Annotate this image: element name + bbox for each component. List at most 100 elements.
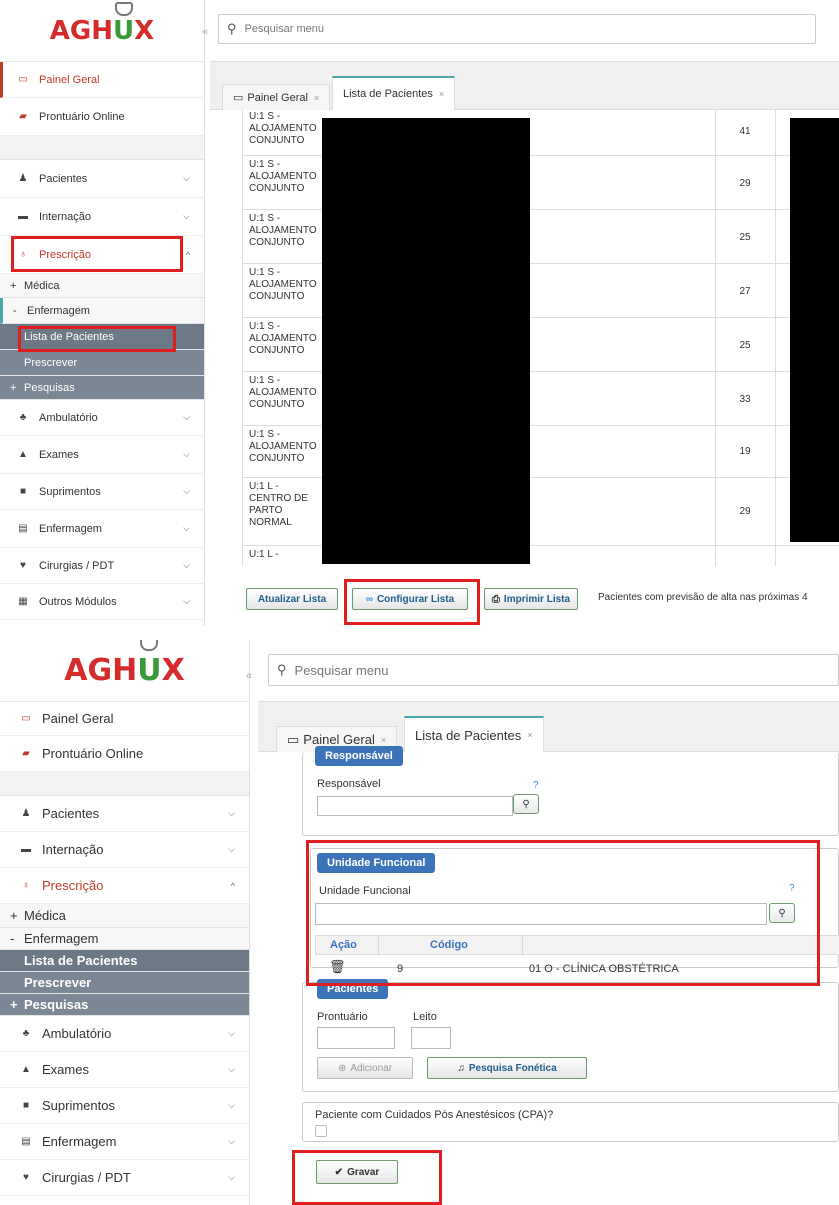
imprimir-lista-button[interactable]: ⎙ Imprimir Lista — [484, 588, 578, 610]
card-icon: ▤ — [21, 1136, 31, 1147]
sidebar-subitem-prescrever[interactable]: Prescrever — [0, 350, 204, 376]
logo-u: U — [137, 640, 162, 688]
sidebar-item-exames[interactable]: ▲ Exames ⌵ — [0, 436, 204, 474]
leito-label: Leito — [413, 1011, 437, 1023]
close-icon[interactable]: × — [381, 735, 386, 745]
redacted-block — [790, 118, 839, 542]
sidebar-item-label: Prescrição — [42, 878, 104, 893]
sidebar-subitem-pesquisas[interactable]: + Pesquisas — [0, 376, 204, 400]
sidebar-item-ambulatorio[interactable]: ♣ Ambulatório ⌵ — [0, 400, 204, 436]
sidebar-subitem-medica[interactable]: + Médica — [0, 904, 249, 928]
chevron-down-icon: ⌵ — [183, 560, 190, 570]
user-icon: ♟ — [18, 173, 28, 184]
top-bar: ⚲ Pesquisar menu — [210, 0, 839, 62]
collapse-icon: - — [10, 931, 15, 946]
sidebar-item-cirurgias[interactable]: ♥ Cirurgias / PDT ⌵ — [0, 1160, 249, 1196]
chevron-down-icon: ⌵ — [228, 1100, 235, 1110]
sidebar-item-label: Internação — [39, 210, 91, 223]
responsavel-label: Responsável — [317, 778, 381, 790]
sidebar-item-pacientes[interactable]: ♟ Pacientes ⌵ — [0, 796, 249, 832]
unit-cell: U:1 S - ALOJAMENTO CONJUNTO — [249, 111, 317, 146]
tab-lista-de-pacientes[interactable]: Lista de Pacientes × — [332, 76, 456, 110]
sidebar-item-label: Exames — [42, 1062, 89, 1077]
responsavel-input[interactable] — [317, 796, 513, 816]
sidebar: AGH U X ▭ Painel Geral ▰ Prontuário Online… — [0, 640, 250, 1205]
user-icon: ♟ — [21, 808, 31, 819]
close-icon[interactable]: × — [314, 93, 319, 103]
close-icon[interactable]: × — [439, 89, 444, 99]
value-cell: 25 — [739, 340, 751, 351]
tab-painel-geral[interactable]: ▭ Painel Geral × — [222, 84, 331, 110]
sidebar-item-prontuario-online[interactable]: ▰ Prontuário Online — [0, 98, 204, 136]
sidebar-item-exames[interactable]: ▲ Exames ⌵ — [0, 1052, 249, 1088]
sidebar-item-suprimentos[interactable]: ■ Suprimentos ⌵ — [0, 474, 204, 510]
sidebar-subitem-lista-de-pacientes[interactable]: Lista de Pacientes — [0, 950, 249, 972]
atualizar-lista-button[interactable]: Atualizar Lista — [246, 588, 338, 610]
graduation-cap-icon — [114, 1, 133, 16]
sidebar-item-internacao[interactable]: ▬ Internação ⌵ — [0, 832, 249, 868]
sidebar-item-label: Enfermagem — [42, 1134, 117, 1149]
unit-cell: U:1 L - — [249, 549, 279, 560]
tab-label: Painel Geral — [303, 732, 375, 747]
chevron-down-icon: ⌵ — [228, 1136, 235, 1146]
sidebar-item-label: Pacientes — [39, 172, 88, 185]
cpa-checkbox[interactable] — [315, 1125, 327, 1137]
sidebar-item-painel-geral[interactable]: ▭ Painel Geral — [0, 702, 249, 736]
sidebar-subitem-label: Lista de Pacientes — [24, 953, 138, 968]
highlight-configurar-lista — [344, 579, 480, 625]
logo-x: X — [134, 15, 155, 46]
sidebar-item-enfermagem[interactable]: ▤ Enfermagem ⌵ — [0, 510, 204, 548]
sidebar-item-painel-geral[interactable]: ▭ Painel Geral — [0, 62, 204, 98]
sidebar-item-suprimentos[interactable]: ■ Suprimentos ⌵ — [0, 1088, 249, 1124]
sidebar-item-cirurgias[interactable]: ♥ Cirurgias / PDT ⌵ — [0, 548, 204, 584]
collapse-sidebar-icon[interactable]: « — [246, 670, 252, 682]
screenshot-configure-list: AGH U X ▭ Painel Geral ▰ Prontuário Online… — [0, 640, 839, 1205]
sidebar-item-outros-modulos[interactable]: ▦ Outros Módulos ⌵ — [0, 584, 204, 620]
chevron-up-icon: ^ — [185, 249, 190, 260]
sidebar-subitem-enfermagem[interactable]: - Enfermagem — [0, 928, 249, 950]
sidebar-item-internacao[interactable]: ▬ Internação ⌵ — [0, 198, 204, 236]
adicionar-button[interactable]: ⊕ Adicionar — [317, 1057, 413, 1079]
bed-icon: ▬ — [18, 211, 28, 222]
button-label: Pesquisa Fonética — [468, 1062, 557, 1074]
sidebar-item-label: Enfermagem — [39, 522, 102, 535]
sidebar-item-label: Cirurgias / PDT — [39, 559, 115, 572]
sidebar-item-prescricao[interactable]: ♁ Prescrição ^ — [0, 868, 249, 904]
tab-lista-de-pacientes[interactable]: Lista de Pacientes × — [404, 716, 544, 752]
close-icon[interactable]: × — [527, 730, 532, 740]
chevron-down-icon: ⌵ — [183, 486, 190, 496]
sidebar-subitem-enfermagem[interactable]: - Enfermagem — [0, 298, 204, 324]
button-label: Imprimir Lista — [503, 593, 571, 605]
sidebar-item-pacientes[interactable]: ♟ Pacientes ⌵ — [0, 160, 204, 198]
sidebar-subitem-label: Prescrever — [24, 356, 78, 369]
prontuario-label: Prontuário — [317, 1011, 368, 1023]
search-lookup-button[interactable]: ⚲ — [513, 794, 539, 814]
collapse-sidebar-icon[interactable]: « — [202, 26, 208, 38]
chevron-down-icon: ⌵ — [228, 1064, 235, 1074]
sidebar-subitem-prescrever[interactable]: Prescrever — [0, 972, 249, 994]
sidebar-subitem-medica[interactable]: + Médica — [0, 274, 204, 298]
search-input[interactable]: ⚲ Pesquisar menu — [268, 654, 839, 686]
prontuario-input[interactable] — [317, 1027, 395, 1049]
sidebar-item-enfermagem[interactable]: ▤ Enfermagem ⌵ — [0, 1124, 249, 1160]
sidebar-item-prontuario-online[interactable]: ▰ Prontuário Online — [0, 736, 249, 772]
leito-input[interactable] — [411, 1027, 451, 1049]
search-placeholder: Pesquisar menu — [244, 23, 325, 35]
pesquisa-fonetica-button[interactable]: ♫ Pesquisa Fonética — [427, 1057, 587, 1079]
sidebar-subitem-pesquisas[interactable]: + Pesquisas — [0, 994, 249, 1016]
sidebar-item-ambulatorio[interactable]: ♣ Ambulatório ⌵ — [0, 1016, 249, 1052]
search-input[interactable]: ⚲ Pesquisar menu — [218, 14, 816, 44]
sidebar-subitem-label: Médica — [24, 279, 60, 292]
sidebar-item-label: Pacientes — [42, 806, 100, 821]
help-icon[interactable]: ? — [533, 780, 539, 791]
phonetic-search-icon: ♫ — [457, 1062, 465, 1074]
logo-u-text: U — [113, 15, 135, 46]
logo-text: AGH — [64, 653, 138, 688]
users-icon: ♣ — [19, 412, 27, 423]
unit-cell: U:1 S - ALOJAMENTO CONJUNTO — [249, 429, 317, 464]
value-cell: 29 — [739, 506, 751, 517]
value-cell: 41 — [739, 126, 751, 137]
sidebar-item-label: Painel Geral — [39, 73, 100, 86]
value-cell: 27 — [739, 286, 751, 297]
search-placeholder: Pesquisar menu — [294, 662, 389, 678]
